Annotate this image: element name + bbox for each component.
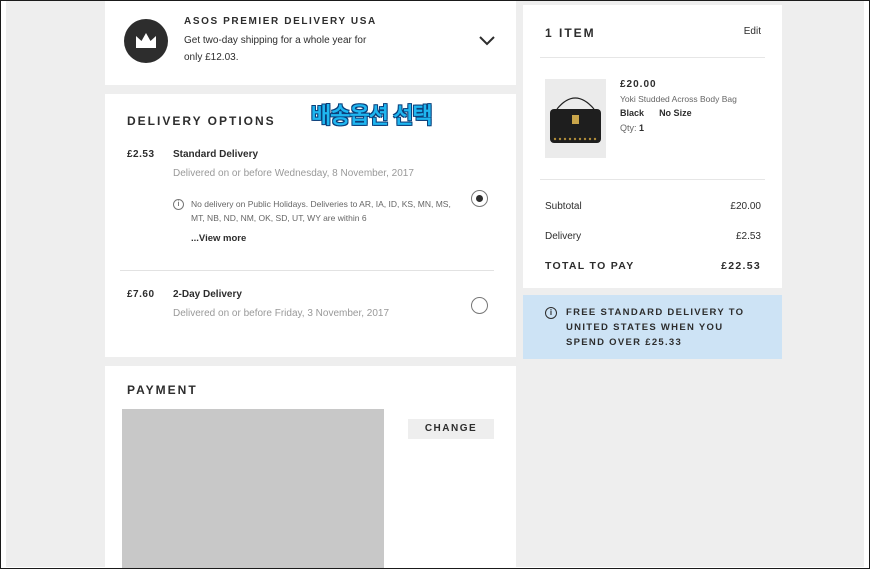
order-summary-panel: 1 ITEM Edit £20.00 Yoki Studded Across B… (523, 5, 782, 288)
product-price: £20.00 (620, 79, 657, 90)
premier-title: ASOS PREMIER DELIVERY USA (184, 16, 377, 27)
standard-delivery-radio[interactable] (471, 190, 488, 207)
delivery-cost-label: Delivery (545, 231, 582, 242)
delivery-notice: No delivery on Public Holidays. Deliveri… (191, 199, 451, 223)
view-more-link[interactable]: ...View more (191, 233, 246, 244)
product-image[interactable] (545, 79, 606, 158)
items-count-title: 1 ITEM (545, 26, 596, 40)
delivery-options-title: DELIVERY OPTIONS (127, 114, 276, 128)
payment-panel: PAYMENT CHANGE (105, 366, 516, 568)
info-icon: i (545, 307, 557, 319)
subtotal-label: Subtotal (545, 201, 582, 212)
crown-icon (124, 19, 168, 63)
premier-description: Get two-day shipping for a whole year fo… (184, 35, 367, 63)
product-color: Black (620, 108, 645, 118)
info-icon: i (173, 199, 184, 210)
two-day-delivery-date: Delivered on or before Friday, 3 Novembe… (173, 308, 390, 319)
product-name[interactable]: Yoki Studded Across Body Bag (620, 94, 737, 104)
product-size: No Size (659, 108, 692, 118)
product-quantity: Qty: 1 (620, 123, 644, 133)
qty-label: Qty: (620, 123, 637, 133)
total-value: £22.53 (721, 260, 761, 272)
premier-delivery-banner[interactable]: ASOS PREMIER DELIVERY USA Get two-day sh… (105, 1, 516, 85)
qty-value: 1 (639, 123, 645, 133)
payment-title: PAYMENT (127, 383, 198, 397)
payment-method-placeholder (122, 409, 384, 568)
free-delivery-notice: i FREE STANDARD DELIVERY TO UNITED STATE… (523, 295, 782, 359)
standard-delivery-price: £2.53 (127, 149, 155, 160)
divider (120, 270, 494, 271)
chevron-down-icon[interactable] (477, 32, 497, 50)
edit-bag-link[interactable]: Edit (744, 26, 761, 37)
two-day-delivery-name: 2-Day Delivery (173, 289, 242, 300)
total-label: TOTAL TO PAY (545, 260, 635, 272)
change-payment-button[interactable]: CHANGE (408, 419, 494, 439)
standard-delivery-name: Standard Delivery (173, 149, 259, 160)
delivery-options-panel: DELIVERY OPTIONS 배송옵션 선택 £2.53 Standard … (105, 94, 516, 357)
divider (540, 179, 765, 180)
subtotal-value: £20.00 (730, 201, 761, 212)
standard-delivery-date: Delivered on or before Wednesday, 8 Nove… (173, 168, 414, 179)
product-attributes: Black No Size (620, 108, 692, 118)
free-delivery-text: FREE STANDARD DELIVERY TO UNITED STATES … (566, 307, 745, 348)
annotation-label: 배송옵션 선택 (311, 103, 433, 128)
two-day-delivery-price: £7.60 (127, 289, 155, 300)
delivery-cost-value: £2.53 (735, 231, 761, 242)
divider (540, 57, 765, 58)
two-day-delivery-radio[interactable] (471, 297, 488, 314)
